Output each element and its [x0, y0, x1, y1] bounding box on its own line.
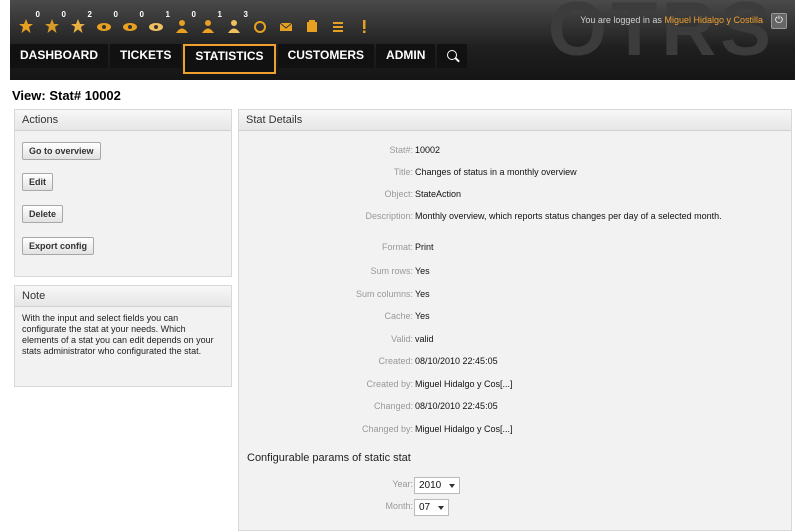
toolbar-count: 0 — [113, 10, 118, 19]
go-to-overview-button[interactable]: Go to overview — [22, 142, 101, 160]
note-text: With the input and select fields you can… — [22, 313, 214, 356]
toolbar-count: 1 — [165, 10, 170, 19]
new-email-ticket-icon[interactable] — [276, 16, 298, 36]
month-select-value: 07 — [419, 502, 431, 513]
detail-value: Yes — [415, 311, 430, 321]
param-label: Year: — [392, 479, 413, 489]
detail-value: Yes — [415, 266, 430, 276]
edit-button[interactable]: Edit — [22, 173, 53, 191]
logged-in-user-link[interactable]: Miguel Hidalgo y Costilla — [664, 15, 763, 25]
locked-new-tickets-icon[interactable]: 0 — [42, 10, 66, 36]
detail-value: valid — [415, 334, 434, 344]
detail-label: Title: — [393, 167, 413, 177]
param-label: Month: — [385, 501, 413, 511]
toolbar-count: 0 — [191, 10, 196, 19]
search-icon[interactable] — [437, 44, 468, 68]
otrs-logo: OTRS — [547, 0, 775, 72]
detail-label: Valid: — [391, 334, 413, 344]
detail-label: Sum rows: — [370, 266, 413, 276]
detail-value: StateAction — [415, 189, 462, 199]
toolbar-count: 0 — [139, 10, 144, 19]
note-heading: Note — [15, 286, 231, 307]
detail-value: Print — [415, 242, 434, 252]
watched-new-tickets-icon[interactable]: 0 — [120, 10, 144, 36]
detail-value: Changes of status in a monthly overview — [415, 167, 577, 177]
configurable-params-heading: Configurable params of static stat — [247, 452, 411, 464]
detail-value: Miguel Hidalgo y Cos[...] — [415, 424, 513, 434]
escalation-view-icon[interactable] — [354, 16, 376, 36]
month-select[interactable]: 07 — [414, 499, 450, 516]
page-title: View: Stat# 10002 — [12, 88, 121, 103]
detail-value: Yes — [415, 289, 430, 299]
header-bar: OTRS 0 0 2 0 0 1 0 1 3 You are logged in… — [10, 0, 795, 80]
stat-details-heading: Stat Details — [239, 110, 791, 131]
toolbar: 0 0 2 0 0 1 0 1 3 — [16, 10, 380, 36]
detail-value: Monthly overview, which reports status c… — [415, 211, 722, 221]
year-select-value: 2010 — [419, 480, 442, 491]
detail-label: Changed by: — [361, 424, 413, 434]
toolbar-count: 0 — [35, 10, 40, 19]
toolbar-count: 2 — [87, 10, 92, 19]
detail-label: Cache: — [384, 311, 413, 321]
nav-tickets[interactable]: TICKETS — [110, 44, 182, 68]
queue-view-icon[interactable] — [250, 16, 272, 36]
detail-label: Format: — [381, 242, 413, 252]
locked-tickets-icon[interactable]: 0 — [16, 10, 40, 36]
responsible-tickets-icon[interactable]: 0 — [172, 10, 196, 36]
watched-reminder-tickets-icon[interactable]: 1 — [146, 10, 170, 36]
responsible-reminder-tickets-icon[interactable]: 3 — [224, 10, 248, 36]
toolbar-count: 0 — [61, 10, 66, 19]
status-view-icon[interactable] — [328, 16, 350, 36]
delete-button[interactable]: Delete — [22, 205, 64, 223]
login-prefix: You are logged in as — [580, 15, 662, 25]
detail-label: Description: — [365, 211, 413, 221]
logout-icon[interactable]: ⏻ — [771, 13, 787, 29]
detail-label: Created: — [378, 356, 413, 366]
actions-heading: Actions — [15, 110, 231, 131]
login-info: You are logged in as Miguel Hidalgo y Co… — [580, 15, 763, 25]
new-phone-ticket-icon[interactable] — [302, 16, 324, 36]
detail-label: Object: — [384, 189, 413, 199]
detail-label: Changed: — [373, 401, 413, 411]
detail-label: Sum columns: — [355, 289, 413, 299]
detail-label: Stat#: — [389, 145, 413, 155]
note-panel: Note With the input and select fields yo… — [14, 285, 232, 387]
actions-panel: Actions Go to overview Edit Delete Expor… — [14, 109, 232, 277]
detail-value: 08/10/2010 22:45:05 — [415, 401, 498, 411]
stat-details-panel: Stat Details Stat#: 10002 Title: Changes… — [238, 109, 792, 531]
chevron-down-icon — [449, 484, 456, 488]
toolbar-count: 3 — [243, 10, 248, 19]
nav-dashboard[interactable]: DASHBOARD — [10, 44, 108, 68]
nav-admin[interactable]: ADMIN — [376, 44, 436, 68]
detail-value: 10002 — [415, 145, 441, 155]
nav-customers[interactable]: CUSTOMERS — [277, 44, 375, 68]
responsible-new-tickets-icon[interactable]: 1 — [198, 10, 222, 36]
main-nav: DASHBOARD TICKETS STATISTICS CUSTOMERS A… — [10, 44, 468, 74]
locked-reminder-tickets-icon[interactable]: 2 — [68, 10, 92, 36]
toolbar-count: 1 — [217, 10, 222, 19]
detail-label: Created by: — [366, 379, 413, 389]
chevron-down-icon — [438, 506, 445, 510]
export-config-button[interactable]: Export config — [22, 237, 94, 255]
nav-statistics[interactable]: STATISTICS — [183, 44, 276, 74]
detail-value: 08/10/2010 22:45:05 — [415, 356, 498, 366]
watched-tickets-icon[interactable]: 0 — [94, 10, 118, 36]
year-select[interactable]: 2010 — [414, 477, 461, 494]
detail-value: Miguel Hidalgo y Cos[...] — [415, 379, 513, 389]
